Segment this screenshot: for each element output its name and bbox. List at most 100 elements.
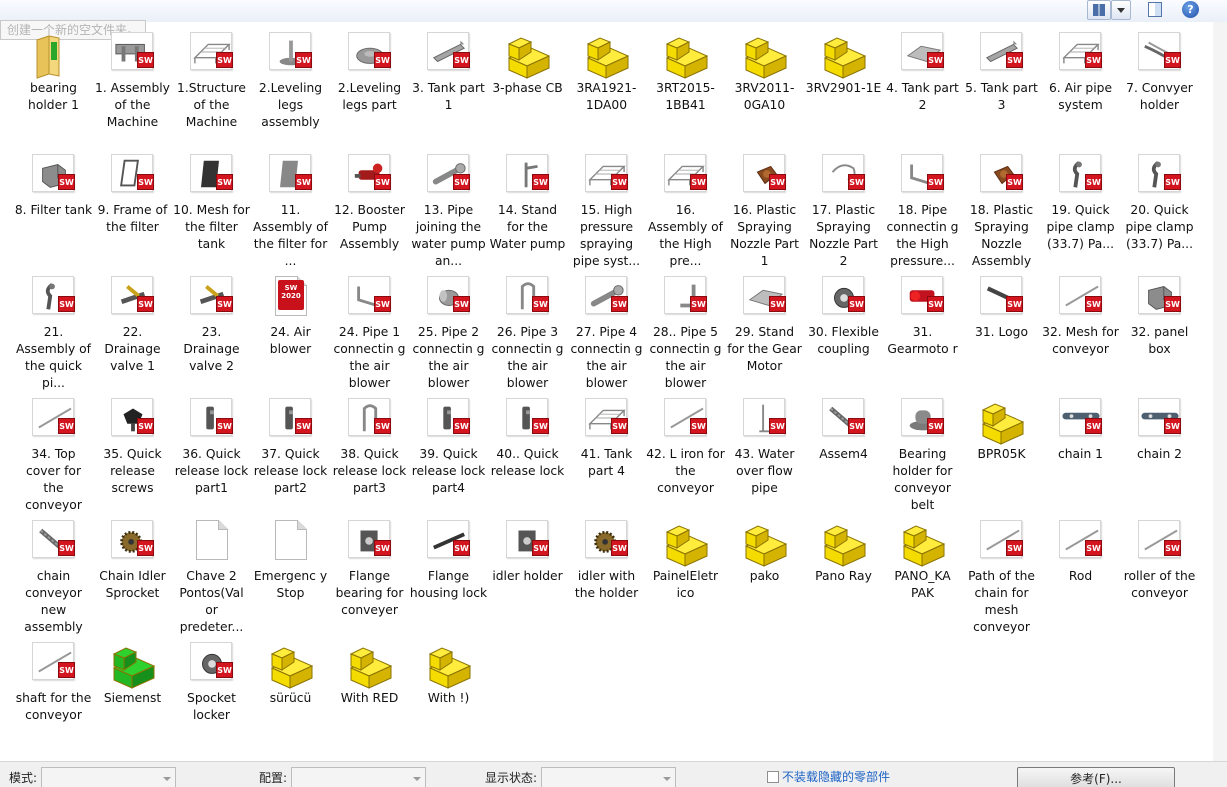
- file-item[interactable]: PANO_KA PAK: [883, 514, 962, 636]
- file-item[interactable]: Pano Ray: [804, 514, 883, 636]
- file-item[interactable]: SW 25. Pipe 2 connectin g the air blower: [409, 270, 488, 392]
- file-item[interactable]: SW 9. Frame of the filter: [93, 148, 172, 270]
- file-item[interactable]: SW shaft for the conveyor: [14, 636, 93, 758]
- file-item[interactable]: 3RT2015-1BB41: [646, 26, 725, 148]
- file-item[interactable]: SW 39. Quick release lock part4: [409, 392, 488, 514]
- file-item[interactable]: SW 13. Pipe joining the water pump an...: [409, 148, 488, 270]
- file-item[interactable]: SW Path of the chain for mesh conveyor: [962, 514, 1041, 636]
- file-name: BPR05K: [977, 447, 1026, 461]
- file-item[interactable]: SW 31. Logo: [962, 270, 1041, 392]
- mode-select[interactable]: [41, 767, 176, 787]
- file-item[interactable]: SW 36. Quick release lock part1: [172, 392, 251, 514]
- file-item[interactable]: SW 27. Pipe 4 connectin g the air blower: [567, 270, 646, 392]
- file-item[interactable]: SW 24. Pipe 1 connectin g the air blower: [330, 270, 409, 392]
- solidworks-badge-icon: SW: [216, 418, 233, 434]
- file-item[interactable]: SW Flange housing lock: [409, 514, 488, 636]
- file-item[interactable]: SW 23. Drainage valve 2: [172, 270, 251, 392]
- file-item[interactable]: SW 5. Tank part 3: [962, 26, 1041, 148]
- file-item[interactable]: SW idler holder: [488, 514, 567, 636]
- file-item[interactable]: SW 2.Leveling legs assembly: [251, 26, 330, 148]
- file-item[interactable]: SW 32. Mesh for conveyor: [1041, 270, 1120, 392]
- file-item[interactable]: SW 2.Leveling legs part: [330, 26, 409, 148]
- file-item[interactable]: SW 8. Filter tank: [14, 148, 93, 270]
- file-item[interactable]: SW Spocket locker: [172, 636, 251, 758]
- hidden-components-checkbox[interactable]: [767, 771, 779, 783]
- file-item[interactable]: SW Bearing holder for conveyor belt: [883, 392, 962, 514]
- vertical-scrollbar[interactable]: [1213, 22, 1227, 761]
- config-select[interactable]: [291, 767, 426, 787]
- file-item[interactable]: Chave 2 Pontos(Val or predeter...: [172, 514, 251, 636]
- file-item[interactable]: SW roller of the conveyor: [1120, 514, 1199, 636]
- file-item[interactable]: SW 29. Stand for the Gear Motor: [725, 270, 804, 392]
- file-item[interactable]: SW Rod: [1041, 514, 1120, 636]
- file-item[interactable]: SW 7. Convyer holder: [1120, 26, 1199, 148]
- file-item[interactable]: SW 21. Assembly of the quick pi...: [14, 270, 93, 392]
- file-item[interactable]: SW 30. Flexible coupling: [804, 270, 883, 392]
- file-item[interactable]: SW 37. Quick release lock part2: [251, 392, 330, 514]
- file-item[interactable]: SW 15. High pressure spraying pipe syst..…: [567, 148, 646, 270]
- file-item[interactable]: SW 35. Quick release screws: [93, 392, 172, 514]
- file-item[interactable]: With !): [409, 636, 488, 758]
- file-name: 32. Mesh for conveyor: [1042, 325, 1119, 356]
- solidworks-file-icon: SW: [1056, 274, 1106, 324]
- file-item[interactable]: SW 40.. Quick release lock: [488, 392, 567, 514]
- file-item[interactable]: SW 34. Top cover for the conveyor: [14, 392, 93, 514]
- file-item[interactable]: pako: [725, 514, 804, 636]
- solidworks-badge-icon: SW: [58, 540, 75, 556]
- file-item[interactable]: SW 17. Plastic Spraying Nozzle Part 2: [804, 148, 883, 270]
- file-item[interactable]: SW 26. Pipe 3 connectin g the air blower: [488, 270, 567, 392]
- file-item[interactable]: SW 20. Quick pipe clamp (33.7) Pa...: [1120, 148, 1199, 270]
- reference-button[interactable]: 参考(F)...: [1017, 767, 1175, 787]
- file-item[interactable]: SW chain 2: [1120, 392, 1199, 514]
- hidden-components-label[interactable]: 不装载隐藏的零部件: [782, 768, 890, 785]
- file-item[interactable]: BPR05K: [962, 392, 1041, 514]
- file-item[interactable]: SW 3. Tank part 1: [409, 26, 488, 148]
- display-state-select[interactable]: [541, 767, 676, 787]
- file-item[interactable]: SW Assem4: [804, 392, 883, 514]
- preview-pane-button[interactable]: [1145, 0, 1167, 20]
- file-item[interactable]: sürücü: [251, 636, 330, 758]
- view-options-button[interactable]: [1087, 0, 1111, 20]
- file-item[interactable]: Emergenc y Stop: [251, 514, 330, 636]
- file-item[interactable]: SW 41. Tank part 4: [567, 392, 646, 514]
- file-item[interactable]: PainelEletr ico: [646, 514, 725, 636]
- file-item[interactable]: SW 32. panel box: [1120, 270, 1199, 392]
- file-item[interactable]: SW 16. Plastic Spraying Nozzle Part 1: [725, 148, 804, 270]
- file-item[interactable]: SW chain conveyor new assembly: [14, 514, 93, 636]
- view-options-dropdown[interactable]: [1111, 0, 1131, 20]
- file-item[interactable]: 3RV2011-0GA10: [725, 26, 804, 148]
- file-item[interactable]: SW 42. L iron for the conveyor: [646, 392, 725, 514]
- file-item[interactable]: SW 31. Gearmoto r: [883, 270, 962, 392]
- file-item[interactable]: SW 10. Mesh for the filter tank: [172, 148, 251, 270]
- file-item[interactable]: SW Chain Idler Sprocket: [93, 514, 172, 636]
- file-item[interactable]: SW 2020 24. Air blower: [251, 270, 330, 392]
- file-item[interactable]: SW 1.Structure of the Machine: [172, 26, 251, 148]
- help-button[interactable]: ?: [1180, 0, 1200, 20]
- file-item[interactable]: SW 28.. Pipe 5 connectin g the air blower: [646, 270, 725, 392]
- file-name: 32. panel box: [1130, 325, 1189, 356]
- file-item[interactable]: SW 12. Booster Pump Assembly: [330, 148, 409, 270]
- file-item[interactable]: SW 4. Tank part 2: [883, 26, 962, 148]
- file-item[interactable]: SW Flange bearing for conveyer: [330, 514, 409, 636]
- file-item[interactable]: SW idler with the holder: [567, 514, 646, 636]
- file-item[interactable]: SW 43. Water over flow pipe: [725, 392, 804, 514]
- file-item[interactable]: SW 18. Pipe connectin g the High pressure…: [883, 148, 962, 270]
- file-item[interactable]: SW 38. Quick release lock part3: [330, 392, 409, 514]
- file-item[interactable]: SW chain 1: [1041, 392, 1120, 514]
- file-item[interactable]: SW 19. Quick pipe clamp (33.7) Pa...: [1041, 148, 1120, 270]
- file-item[interactable]: Siemenst: [93, 636, 172, 758]
- file-item[interactable]: SW 1. Assembly of the Machine: [93, 26, 172, 148]
- file-item[interactable]: 3-phase CB: [488, 26, 567, 148]
- file-item[interactable]: SW 14. Stand for the Water pump: [488, 148, 567, 270]
- file-item[interactable]: SW 16. Assembly of the High pre...: [646, 148, 725, 270]
- file-item[interactable]: SW 22. Drainage valve 1: [93, 270, 172, 392]
- file-item[interactable]: 3RA1921-1DA00: [567, 26, 646, 148]
- file-item[interactable]: bearing holder 1: [14, 26, 93, 148]
- file-name: 25. Pipe 2 connectin g the air blower: [412, 325, 485, 390]
- solidworks-part-icon: [582, 30, 632, 80]
- file-item[interactable]: 3RV2901-1E: [804, 26, 883, 148]
- file-item[interactable]: SW 11. Assembly of the filter for ...: [251, 148, 330, 270]
- file-item[interactable]: SW 18. Plastic Spraying Nozzle Assembly: [962, 148, 1041, 270]
- file-item[interactable]: With RED: [330, 636, 409, 758]
- file-item[interactable]: SW 6. Air pipe system: [1041, 26, 1120, 148]
